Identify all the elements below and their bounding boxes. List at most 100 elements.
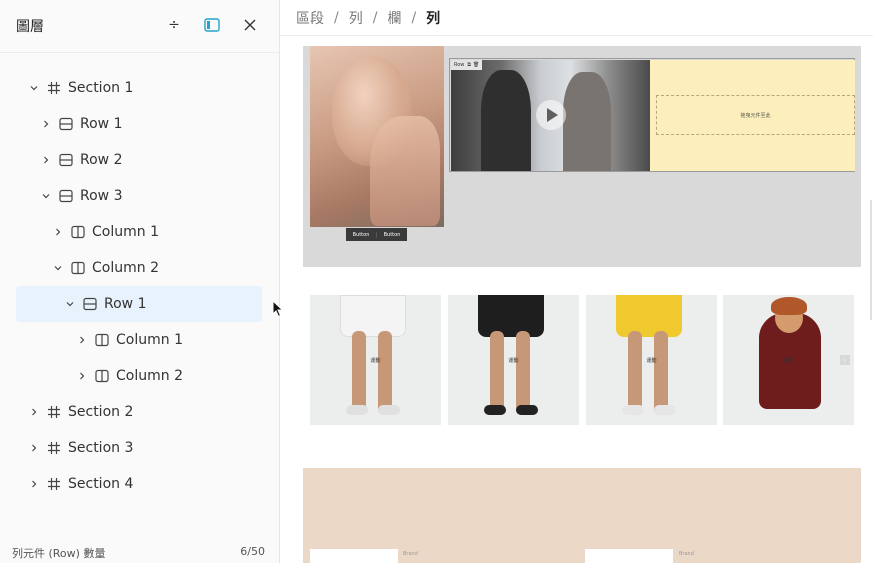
- breadcrumb-separator: /: [411, 10, 417, 26]
- video-block[interactable]: Row ⧉ 🗑: [451, 60, 650, 171]
- section-hash-icon: [46, 476, 62, 492]
- layers-panel: 圖層 ÷ Section 1 Row 1 Row 2 Row 3 Column …: [0, 0, 280, 563]
- canvas-button[interactable]: Button: [346, 231, 377, 238]
- product-label: 運動: [783, 358, 794, 364]
- divide-icon[interactable]: ÷: [161, 13, 187, 37]
- portrait-image[interactable]: [310, 46, 444, 227]
- tree-item-label: Section 1: [68, 80, 134, 96]
- copy-icon[interactable]: ⧉: [467, 62, 471, 68]
- video-figure: [563, 72, 611, 171]
- tree-item-label: Column 1: [116, 332, 183, 348]
- chevron-right-icon[interactable]: [28, 442, 40, 454]
- tree-item-column-2[interactable]: Column 2: [52, 250, 159, 286]
- chevron-down-icon[interactable]: [40, 190, 52, 202]
- product-card[interactable]: 運動: [586, 295, 717, 425]
- chevron-down-icon[interactable]: [64, 298, 76, 310]
- product-leg: [654, 331, 668, 415]
- tree-item-label: Row 3: [80, 188, 123, 204]
- product-leg: [352, 331, 366, 415]
- section-hash-icon: [46, 404, 62, 420]
- chevron-right-icon[interactable]: [40, 118, 52, 130]
- tree-item-section-2[interactable]: Section 2: [28, 394, 133, 430]
- button-group: Button Button: [346, 228, 407, 241]
- row-count-label: 列元件 (Row) 數量: [12, 547, 106, 560]
- product-card[interactable]: 運動: [310, 295, 441, 425]
- tree-item-label: Row 1: [104, 296, 147, 312]
- product-leg: [516, 331, 530, 415]
- tree-item-row-2[interactable]: Row 2: [40, 142, 122, 178]
- drop-zone[interactable]: 拖曳元件至此: [656, 95, 855, 135]
- row-toolbar[interactable]: Row ⧉ 🗑: [451, 60, 483, 70]
- breadcrumb-item[interactable]: 欄: [387, 8, 401, 28]
- column-icon: [70, 224, 86, 240]
- product-card[interactable]: 運動: [723, 295, 854, 425]
- sidebar-toggle-icon[interactable]: [199, 13, 225, 37]
- breadcrumb-item[interactable]: 列: [349, 8, 363, 28]
- tree-item-section-4[interactable]: Section 4: [28, 466, 133, 502]
- tree-item-label: Section 4: [68, 476, 134, 492]
- section-hash-icon: [46, 440, 62, 456]
- row-icon: [82, 296, 98, 312]
- product-shoe: [622, 405, 644, 415]
- close-icon[interactable]: [237, 13, 263, 37]
- tree-item-column-2-nested[interactable]: Column 2: [76, 358, 183, 394]
- layers-panel-header: 圖層 ÷: [0, 0, 279, 53]
- chevron-down-icon[interactable]: [52, 262, 64, 274]
- selected-row[interactable]: Row ⧉ 🗑 拖曳元件至此: [449, 58, 855, 172]
- breadcrumb-item[interactable]: 區段: [296, 8, 324, 28]
- chevron-right-icon[interactable]: [76, 370, 88, 382]
- play-icon[interactable]: [536, 100, 566, 130]
- breadcrumb-current: 列: [426, 11, 441, 27]
- breadcrumb-separator: /: [334, 10, 339, 26]
- product-leg: [378, 331, 392, 415]
- row-icon: [58, 188, 74, 204]
- column-icon: [94, 332, 110, 348]
- brand-card[interactable]: [310, 549, 398, 563]
- brand-label: Brand: [679, 551, 694, 557]
- product-skirt: [616, 295, 682, 337]
- tree-item-row-3[interactable]: Row 3: [40, 178, 122, 214]
- product-leg: [628, 331, 642, 415]
- product-skirt: [478, 295, 544, 337]
- product-card[interactable]: 運動: [448, 295, 579, 425]
- tree-item-column-1-nested[interactable]: Column 1: [76, 322, 183, 358]
- tree-item-row-1[interactable]: Row 1: [40, 106, 122, 142]
- product-leg: [490, 331, 504, 415]
- column-icon: [94, 368, 110, 384]
- tree-item-section-1[interactable]: Section 1: [28, 70, 133, 106]
- tree-item-section-3[interactable]: Section 3: [28, 430, 133, 466]
- brand-card[interactable]: [585, 549, 673, 563]
- product-shoe: [346, 405, 368, 415]
- canvas-section-3[interactable]: Brand Brand: [303, 468, 861, 563]
- row-icon: [58, 152, 74, 168]
- row-tag-label: Row: [454, 62, 465, 68]
- product-label: 運動: [370, 358, 381, 364]
- chevron-right-icon[interactable]: [52, 226, 64, 238]
- row-icon: [58, 116, 74, 132]
- chevron-right-icon[interactable]: [28, 406, 40, 418]
- editor-canvas: 區段 / 列 / 欄 / 列 Button Button Row ⧉ 🗑 拖曳元…: [280, 0, 873, 563]
- tree-item-label: Section 3: [68, 440, 134, 456]
- tree-item-label: Row 2: [80, 152, 123, 168]
- chevron-right-icon[interactable]: ›: [840, 355, 850, 365]
- breadcrumb-separator: /: [372, 10, 378, 26]
- product-shoe: [654, 405, 676, 415]
- product-label: 運動: [646, 358, 657, 364]
- chevron-right-icon[interactable]: [28, 478, 40, 490]
- delete-icon[interactable]: 🗑: [473, 62, 479, 68]
- canvas-section-1[interactable]: Button Button Row ⧉ 🗑 拖曳元件至此: [303, 46, 861, 267]
- canvas-button[interactable]: Button: [377, 232, 407, 238]
- tree-item-column-1[interactable]: Column 1: [52, 214, 159, 250]
- product-label: 運動: [508, 358, 519, 364]
- video-figure: [481, 70, 531, 171]
- chevron-right-icon[interactable]: [76, 334, 88, 346]
- scrollbar[interactable]: [870, 200, 872, 320]
- tree-item-label: Column 2: [116, 368, 183, 384]
- product-carousel[interactable]: ‹ 運動 運動 運動 運動: [310, 295, 854, 425]
- chevron-right-icon[interactable]: [40, 154, 52, 166]
- tree-item-label: Section 2: [68, 404, 134, 420]
- tree-item-row-1-nested[interactable]: Row 1: [16, 286, 262, 322]
- chevron-down-icon[interactable]: [28, 82, 40, 94]
- product-hair: [771, 297, 807, 315]
- empty-column[interactable]: 拖曳元件至此: [650, 60, 855, 171]
